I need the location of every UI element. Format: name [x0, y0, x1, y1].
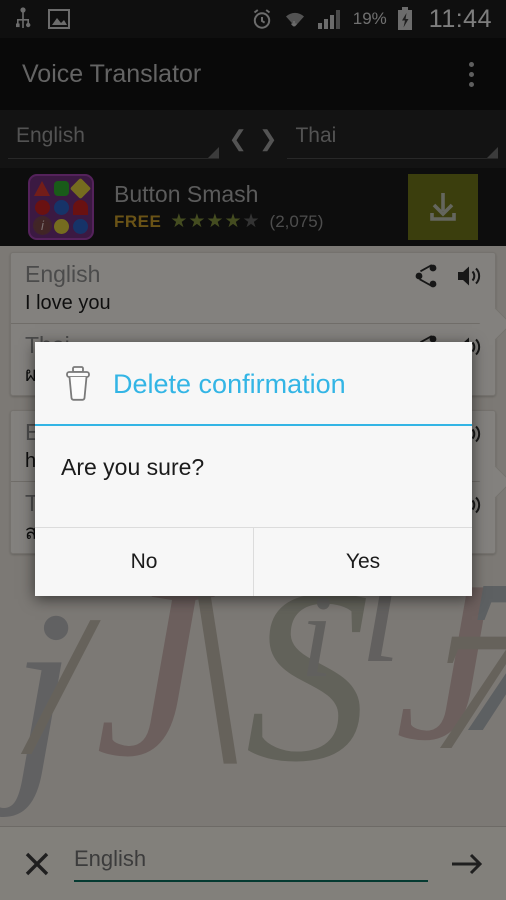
dialog-no-button[interactable]: No	[35, 528, 253, 596]
trash-can-icon	[61, 364, 95, 404]
app-root: 19% 11:44 Voice Translator English ❮ ❯ T…	[0, 0, 506, 900]
dialog-actions: No Yes	[35, 528, 472, 596]
dialog-header: Delete confirmation	[35, 342, 472, 426]
dialog-yes-button[interactable]: Yes	[253, 528, 472, 596]
dialog-title: Delete confirmation	[113, 368, 346, 399]
dialog-body: Are you sure?	[35, 426, 472, 528]
dialog-message: Are you sure?	[61, 454, 205, 480]
delete-confirmation-dialog: Delete confirmation Are you sure? No Yes	[35, 342, 472, 596]
